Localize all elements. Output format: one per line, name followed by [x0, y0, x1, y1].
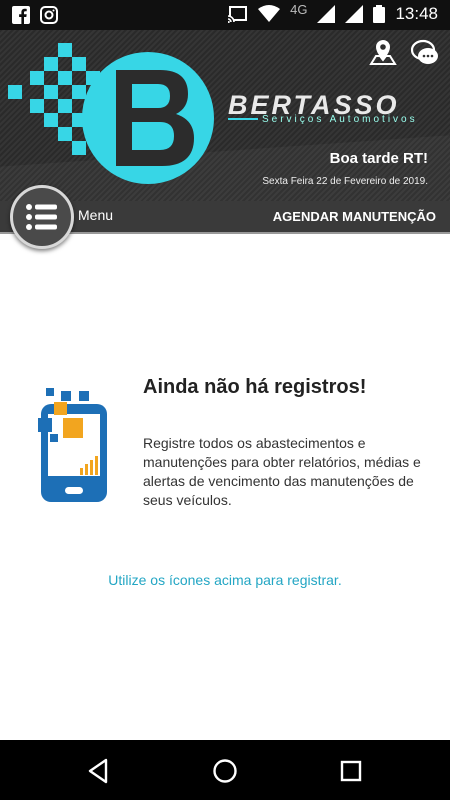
signal-icon [317, 5, 336, 23]
list-menu-icon [26, 204, 57, 230]
network-type: 4G [290, 1, 308, 17]
brand-accent-line [228, 118, 258, 120]
status-bar: 4G 13:48 [0, 0, 450, 30]
cast-icon [228, 6, 248, 23]
instagram-icon [40, 6, 58, 24]
empty-state-title: Ainda não há registros! [143, 376, 367, 398]
phone-stats-icon [38, 388, 107, 502]
clock: 13:48 [395, 4, 438, 23]
header-banner: BERTASSO Serviços Automotivos Boa tarde … [0, 30, 450, 201]
facebook-icon [12, 6, 30, 24]
signal-icon-2 [345, 5, 364, 23]
back-icon[interactable] [82, 754, 116, 788]
menu-label[interactable]: Menu [78, 207, 113, 223]
empty-state-description: Registre todos os abastecimentos e manut… [143, 435, 421, 508]
empty-state-hint: Utilize os ícones acima para registrar. [108, 572, 342, 588]
schedule-maintenance-button[interactable]: AGENDAR MANUTENÇÃO [273, 209, 436, 224]
greeting: Boa tarde RT! [329, 150, 428, 167]
map-pin-icon[interactable] [368, 38, 398, 68]
home-icon[interactable] [208, 754, 242, 788]
current-date: Sexta Feira 22 de Fevereiro de 2019. [262, 176, 428, 187]
brand-tagline: Serviços Automotivos [262, 114, 418, 125]
battery-icon [373, 5, 386, 23]
menu-button[interactable] [10, 185, 74, 249]
recents-icon[interactable] [334, 754, 368, 788]
wifi-icon [258, 5, 281, 22]
bertasso-logo-icon [8, 43, 214, 184]
chat-icon[interactable] [410, 38, 440, 68]
android-nav-bar [0, 740, 450, 800]
